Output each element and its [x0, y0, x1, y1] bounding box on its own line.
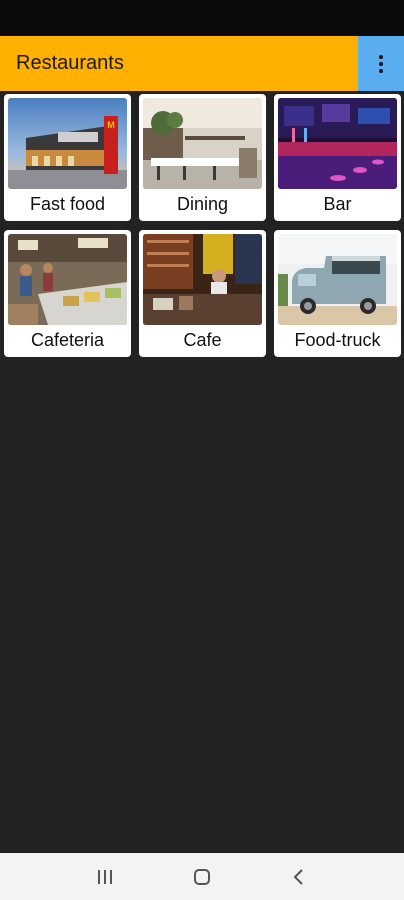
category-label: Food-truck	[294, 330, 381, 350]
fast-food-photo: M	[8, 98, 127, 189]
category-tile-fast-food[interactable]: M Fast food	[4, 94, 131, 221]
home-button[interactable]	[182, 857, 222, 897]
app-title-area: Restaurants	[0, 36, 358, 91]
bar-photo	[278, 98, 397, 189]
category-label: Dining	[176, 194, 229, 214]
svg-text:M: M	[107, 120, 115, 130]
dining-photo	[143, 98, 262, 189]
food-truck-photo	[278, 234, 397, 325]
category-tile-cafe[interactable]: Cafe	[139, 230, 266, 357]
overflow-menu-button[interactable]	[358, 36, 404, 91]
category-grid: M Fast food Dining Bar Cafeteria Cafe Fo…	[4, 94, 402, 357]
cafeteria-photo	[8, 234, 127, 325]
category-tile-bar[interactable]: Bar	[274, 94, 401, 221]
app-title: Restaurants	[16, 52, 124, 74]
category-label: Cafe	[183, 330, 222, 350]
back-button[interactable]	[279, 857, 319, 897]
recents-icon	[97, 869, 112, 884]
category-label: Bar	[323, 194, 352, 214]
back-icon	[293, 868, 304, 885]
category-tile-dining[interactable]: Dining	[139, 94, 266, 221]
cafe-photo	[143, 234, 262, 325]
system-nav-bar	[0, 853, 404, 900]
status-bar	[0, 0, 404, 36]
recents-button[interactable]	[85, 857, 125, 897]
app-bar: Restaurants	[0, 36, 404, 91]
home-icon	[193, 868, 210, 885]
category-tile-food-truck[interactable]: Food-truck	[274, 230, 401, 357]
category-tile-cafeteria[interactable]: Cafeteria	[4, 230, 131, 357]
more-vert-icon	[379, 54, 383, 73]
category-label: Cafeteria	[30, 330, 105, 350]
category-label: Fast food	[29, 194, 106, 214]
